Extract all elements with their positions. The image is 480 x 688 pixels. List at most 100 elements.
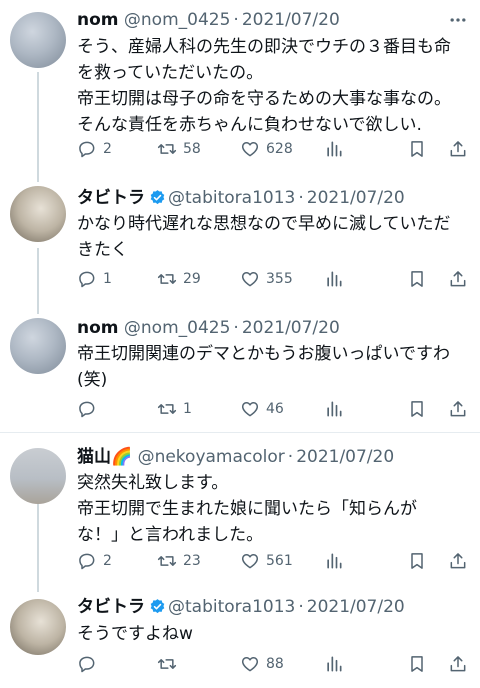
reply-button[interactable]: 2 xyxy=(77,550,112,572)
tweet-3[interactable]: nom @nom_0425 · 2021/07/20 帝王切開関連のデマとかもうお腹… xyxy=(0,310,480,422)
bookmark-icon xyxy=(411,401,423,417)
tweet-text-line: 帝王切開は母子の命を守るための大事な事なの。 xyxy=(77,89,451,109)
tweet-text: そう、産婦人科の先生の即決でウチの３番目も命 を救っていただいたの。 帝王切開は… xyxy=(77,34,469,138)
like-button[interactable]: 88 xyxy=(240,653,284,675)
display-name[interactable]: nom xyxy=(77,318,119,338)
user-handle[interactable]: @tabitora1013 xyxy=(168,597,295,617)
reply-count: 1 xyxy=(103,271,112,287)
display-name[interactable]: 猫山🌈 xyxy=(77,447,132,467)
reply-button[interactable]: 2 xyxy=(77,138,112,160)
retweet-button[interactable]: 58 xyxy=(157,138,201,160)
bookmark-icon xyxy=(411,656,423,672)
avatar[interactable] xyxy=(10,318,66,374)
retweet-button[interactable]: 23 xyxy=(157,550,201,572)
user-handle[interactable]: @nom_0425 xyxy=(124,10,231,30)
tweet-date[interactable]: 2021/07/20 xyxy=(296,447,394,467)
bookmark-button[interactable] xyxy=(407,138,427,160)
views-button[interactable] xyxy=(324,398,344,420)
separator-dot: · xyxy=(233,318,239,338)
retweet-button[interactable] xyxy=(157,653,183,675)
reply-icon xyxy=(79,553,95,570)
user-handle[interactable]: @tabitora1013 xyxy=(168,188,295,208)
tweet-text-line: かなり時代遅れな思想なので早めに滅していただ xyxy=(77,214,451,234)
conversation-divider xyxy=(0,432,480,433)
share-button[interactable] xyxy=(448,550,468,572)
avatar[interactable] xyxy=(10,186,66,242)
separator-dot: · xyxy=(298,597,304,617)
views-button[interactable] xyxy=(324,268,344,290)
views-icon xyxy=(327,553,342,569)
retweet-count: 1 xyxy=(183,401,192,417)
display-name[interactable]: nom xyxy=(77,10,119,30)
tweet-5[interactable]: タビトラ @tabitora1013 · 2021/07/20 そうですよねw 88 xyxy=(0,592,480,688)
share-icon xyxy=(450,656,466,672)
views-icon xyxy=(327,271,342,287)
tweet-text: 帝王切開関連のデマとかもうお腹いっぱいですわ (笑) xyxy=(77,341,469,393)
like-count: 628 xyxy=(266,141,293,157)
tweet-text: そうですよねw xyxy=(77,621,469,647)
user-handle[interactable]: @nom_0425 xyxy=(124,318,231,338)
tweet-header: 猫山🌈 @nekoyamacolor · 2021/07/20 xyxy=(77,446,394,468)
retweet-button[interactable]: 29 xyxy=(157,268,201,290)
tweet-2[interactable]: タビトラ @tabitora1013 · 2021/07/20 かなり時代遅れな思想な… xyxy=(0,180,480,292)
retweet-count: 29 xyxy=(183,271,201,287)
views-button[interactable] xyxy=(324,138,344,160)
bookmark-button[interactable] xyxy=(407,398,427,420)
action-bar: 88 xyxy=(77,653,469,675)
tweet-text: かなり時代遅れな思想なので早めに滅していただ きたく xyxy=(77,211,469,263)
bookmark-button[interactable] xyxy=(407,268,427,290)
tweet-date[interactable]: 2021/07/20 xyxy=(242,10,340,30)
avatar[interactable] xyxy=(10,448,66,504)
display-name[interactable]: タビトラ xyxy=(77,188,145,208)
separator-dot: · xyxy=(298,188,304,208)
heart-icon xyxy=(241,142,259,157)
display-name[interactable]: タビトラ xyxy=(77,597,145,617)
tweet-date[interactable]: 2021/07/20 xyxy=(307,597,405,617)
like-button[interactable]: 46 xyxy=(240,398,284,420)
avatar[interactable] xyxy=(10,12,66,68)
tweet-1[interactable]: nom @nom_0425 · 2021/07/20 そう、産婦人科の先生の即決でウ… xyxy=(0,0,480,170)
like-button[interactable]: 628 xyxy=(240,138,293,160)
reply-button[interactable] xyxy=(77,653,103,675)
views-icon xyxy=(327,656,342,672)
separator-dot: · xyxy=(233,10,239,30)
tweet-date[interactable]: 2021/07/20 xyxy=(307,188,405,208)
retweet-icon xyxy=(157,556,177,566)
heart-icon xyxy=(241,272,259,287)
views-button[interactable] xyxy=(324,653,344,675)
tweet-text-line: そう、産婦人科の先生の即決でウチの３番目も命 xyxy=(77,37,451,57)
tweet-text-line: きたく xyxy=(77,240,128,260)
like-button[interactable]: 561 xyxy=(240,550,293,572)
retweet-button[interactable]: 1 xyxy=(157,398,192,420)
reply-icon xyxy=(79,271,95,288)
tweet-header: タビトラ @tabitora1013 · 2021/07/20 xyxy=(77,187,405,209)
share-button[interactable] xyxy=(448,653,468,675)
bookmark-icon xyxy=(411,141,423,157)
tweet-4[interactable]: 猫山🌈 @nekoyamacolor · 2021/07/20 突然失礼致します。 … xyxy=(0,440,480,580)
bookmark-button[interactable] xyxy=(407,550,427,572)
share-button[interactable] xyxy=(448,138,468,160)
retweet-icon xyxy=(157,659,177,669)
reply-button[interactable] xyxy=(77,398,103,420)
more-icon[interactable] xyxy=(448,10,468,30)
action-bar: 1 46 xyxy=(77,398,469,420)
share-button[interactable] xyxy=(448,268,468,290)
tweet-header: nom @nom_0425 · 2021/07/20 xyxy=(77,9,340,31)
tweet-date[interactable]: 2021/07/20 xyxy=(242,318,340,338)
action-bar: 2 58 628 xyxy=(77,138,469,160)
retweet-count: 23 xyxy=(183,553,201,569)
views-icon xyxy=(327,141,342,157)
share-icon xyxy=(450,401,466,417)
avatar[interactable] xyxy=(10,599,66,655)
bookmark-button[interactable] xyxy=(407,653,427,675)
user-handle[interactable]: @nekoyamacolor xyxy=(138,447,285,467)
tweet-text-line: (笑) xyxy=(77,370,108,390)
views-button[interactable] xyxy=(324,550,344,572)
reply-button[interactable]: 1 xyxy=(77,268,112,290)
tweet-header: nom @nom_0425 · 2021/07/20 xyxy=(77,317,340,339)
like-button[interactable]: 355 xyxy=(240,268,293,290)
share-button[interactable] xyxy=(448,398,468,420)
action-bar: 2 23 561 xyxy=(77,550,469,572)
verified-badge-icon xyxy=(150,599,165,614)
bookmark-icon xyxy=(411,553,423,569)
